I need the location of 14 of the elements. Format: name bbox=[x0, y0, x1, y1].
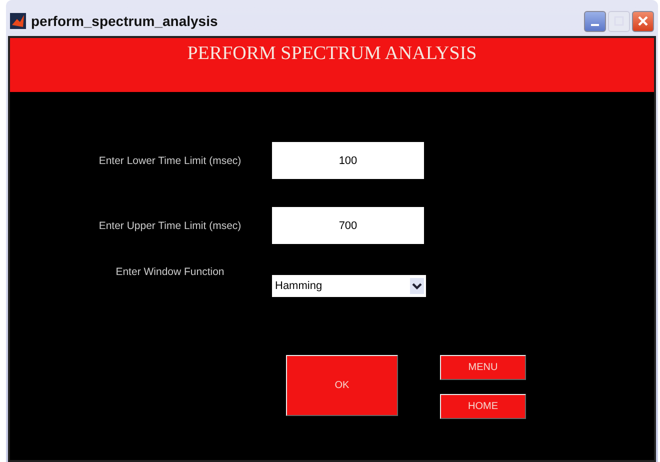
close-button[interactable] bbox=[632, 10, 654, 32]
header-title: PERFORM SPECTRUM ANALYSIS bbox=[187, 43, 477, 65]
dropdown[interactable]: Hamming bbox=[272, 275, 426, 297]
minimize-icon bbox=[591, 24, 599, 26]
field-label: Enter Lower Time Limit (msec) bbox=[98, 154, 242, 166]
close-icon bbox=[637, 15, 649, 27]
input-field[interactable]: 100 bbox=[272, 142, 424, 179]
field-label: Enter Upper Time Limit (msec) bbox=[98, 220, 242, 232]
app-logo-icon bbox=[10, 13, 26, 29]
window-title: perform_spectrum_analysis bbox=[31, 13, 218, 29]
field-label: Enter Window Function bbox=[114, 266, 226, 278]
caret-icon bbox=[410, 278, 424, 294]
input-field[interactable]: 700 bbox=[272, 207, 424, 244]
minimize-button[interactable] bbox=[584, 10, 606, 32]
